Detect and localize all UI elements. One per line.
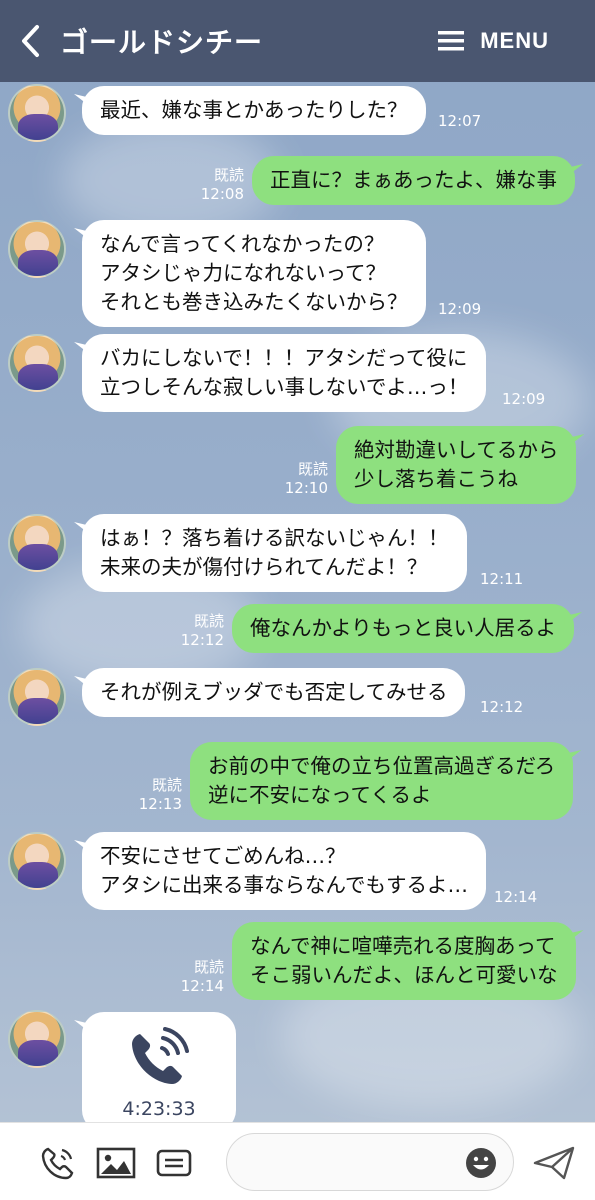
read-label: 既読 (193, 958, 224, 976)
message-text: 正直に？まぁあったよ、嫌な事 (270, 168, 557, 192)
message-time: 12:09 (438, 300, 482, 318)
message-time: 12:14 (494, 888, 538, 906)
voice-call-icon[interactable] (40, 1145, 76, 1181)
keep-memo-icon[interactable] (156, 1145, 192, 1181)
incoming-message[interactable]: なんで言ってくれなかったの？ アタシじゃ力になれないって？ それとも巻き込みたく… (82, 220, 426, 327)
message-text: 立つしそんな寂しい事しないでよ…っ！ (100, 375, 469, 399)
send-icon[interactable] (532, 1145, 576, 1181)
incoming-message[interactable]: 不安にさせてごめんね…？ アタシに出来る事ならなんでもするよ… (82, 832, 486, 910)
message-text: 絶対勘違いしてるから (354, 438, 559, 462)
read-label: 既読 (213, 166, 244, 184)
back-arrow-icon (22, 25, 39, 57)
message-text: なんで言ってくれなかったの？ (100, 232, 385, 256)
chat-header: ゴールドシチー MENU (0, 0, 595, 82)
contact-avatar[interactable] (8, 220, 66, 278)
message-text: アタシに出来る事ならなんでもするよ… (100, 873, 468, 897)
read-receipt: 既読 12:14 (178, 958, 224, 996)
contact-avatar[interactable] (8, 832, 66, 890)
message-text: アタシじゃ力になれないって？ (100, 261, 386, 285)
message-time: 12:09 (502, 390, 546, 408)
menu-label: MENU (480, 28, 549, 53)
message-text: それが例えブッダでも否定してみせる (100, 680, 448, 704)
read-label: 既読 (151, 776, 182, 794)
call-message[interactable]: 4:23:33 (82, 1012, 236, 1122)
contact-avatar[interactable] (8, 514, 66, 572)
message-text: 最近、嫌な事とかあったりした？ (100, 98, 408, 122)
menu-button[interactable]: MENU (438, 28, 549, 54)
read-label: 既読 (193, 612, 224, 630)
chat-area[interactable]: 最近、嫌な事とかあったりした？ 12:07 既読 12:08 正直に？まぁあった… (0, 82, 595, 1122)
phone-call-icon (132, 1027, 189, 1084)
read-label: 既読 (297, 460, 328, 478)
message-input[interactable] (226, 1133, 514, 1191)
chat-title: ゴールドシチー (60, 26, 264, 59)
contact-avatar[interactable] (8, 84, 66, 142)
image-icon[interactable] (96, 1145, 136, 1181)
incoming-message[interactable]: それが例えブッダでも否定してみせる (82, 668, 466, 717)
outgoing-message[interactable]: 俺なんかよりもっと良い人居るよ (232, 604, 575, 653)
message-time: 12:08 (200, 185, 244, 203)
incoming-message[interactable]: はぁ！？落ち着ける訳ないじゃん！！ 未来の夫が傷付けられてんだよ！？ (82, 514, 467, 592)
message-text: 俺なんかよりもっと良い人居るよ (250, 616, 557, 640)
back-button[interactable] (0, 0, 60, 82)
message-text: 不安にさせてごめんね…？ (100, 844, 346, 868)
message-time: 12:10 (284, 479, 328, 497)
hamburger-menu-icon (438, 31, 465, 51)
message-time: 12:13 (138, 795, 182, 813)
message-text: 未来の夫が傷付けられてんだよ！？ (100, 555, 428, 579)
message-time: 12:07 (438, 112, 482, 130)
message-text: バカにしないで！！！アタシだって役に (100, 346, 468, 370)
read-receipt: 既読 12:08 (198, 166, 244, 204)
message-time: 12:12 (480, 698, 524, 716)
message-time: 12:12 (180, 631, 224, 649)
outgoing-message[interactable]: なんで神に喧嘩売れる度胸あって そこ弱いんだよ、ほんと可愛いな (232, 922, 576, 1000)
message-text: 少し落ち着こうね (354, 467, 518, 491)
message-text: お前の中で俺の立ち位置高過ぎるだろ (208, 754, 556, 778)
message-time: 12:14 (180, 977, 224, 995)
message-text: それとも巻き込みたくないから？ (100, 290, 408, 314)
call-duration: 4:23:33 (122, 1098, 196, 1120)
input-bar (0, 1122, 595, 1200)
message-text: はぁ！？落ち着ける訳ないじゃん！！ (100, 526, 449, 550)
message-text: なんで神に喧嘩売れる度胸あって (250, 934, 556, 958)
incoming-message[interactable]: バカにしないで！！！アタシだって役に 立つしそんな寂しい事しないでよ…っ！ (82, 334, 487, 412)
read-receipt: 既読 12:12 (178, 612, 224, 650)
contact-avatar[interactable] (8, 334, 66, 392)
read-receipt: 既読 12:13 (136, 776, 182, 814)
contact-avatar[interactable] (8, 1010, 66, 1068)
outgoing-message[interactable]: お前の中で俺の立ち位置高過ぎるだろ 逆に不安になってくるよ (190, 742, 574, 820)
message-time: 12:11 (480, 570, 524, 588)
contact-avatar[interactable] (8, 668, 66, 726)
read-receipt: 既読 12:10 (282, 460, 328, 498)
outgoing-message[interactable]: 絶対勘違いしてるから 少し落ち着こうね (336, 426, 577, 504)
emoji-icon[interactable] (465, 1147, 497, 1179)
message-text: そこ弱いんだよ、ほんと可愛いな (250, 963, 558, 987)
outgoing-message[interactable]: 正直に？まぁあったよ、嫌な事 (252, 156, 575, 205)
incoming-message[interactable]: 最近、嫌な事とかあったりした？ (82, 86, 426, 135)
message-text: 逆に不安になってくるよ (208, 783, 432, 807)
